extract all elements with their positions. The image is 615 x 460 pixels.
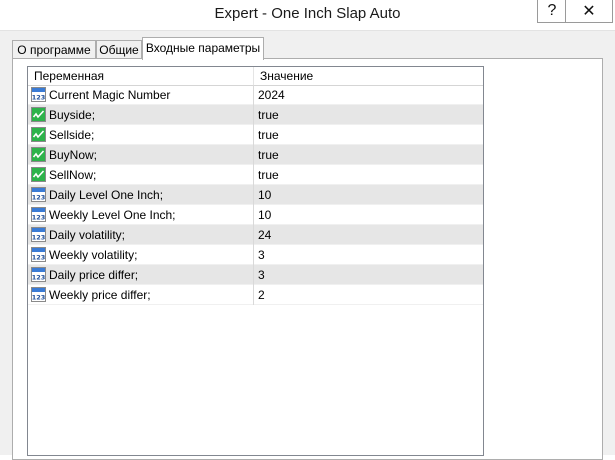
parameter-row[interactable]: 123 Daily Level One Inch; 10 xyxy=(28,185,483,205)
tab-general[interactable]: Общие xyxy=(96,40,142,59)
parameter-value[interactable]: true xyxy=(254,165,483,185)
parameter-value[interactable]: true xyxy=(254,125,483,145)
parameter-name: SellNow; xyxy=(49,168,97,182)
parameter-row[interactable]: 123 Current Magic Number 2024 xyxy=(28,85,483,105)
number-icon: 123 xyxy=(31,247,46,262)
title-bar: Expert - One Inch Slap Auto ? ✕ xyxy=(0,0,615,31)
parameter-name-cell: 123 Daily Level One Inch; xyxy=(28,185,254,205)
tab-panel: Переменная Значение 123 Current Magic Num… xyxy=(12,58,603,460)
parameter-name: Weekly volatility; xyxy=(49,248,138,262)
help-icon: ? xyxy=(547,2,557,19)
parameter-value[interactable]: true xyxy=(254,145,483,165)
tab-input-parameters[interactable]: Входные параметры xyxy=(142,37,264,60)
parameter-name-cell: 123 Daily price differ; xyxy=(28,265,254,285)
svg-text:123: 123 xyxy=(32,254,46,262)
parameter-value[interactable]: 3 xyxy=(254,265,483,285)
parameter-name: Daily price differ; xyxy=(49,268,139,282)
bool-icon xyxy=(31,107,46,122)
parameter-name-cell: Sellside; xyxy=(28,125,254,145)
svg-text:123: 123 xyxy=(32,214,46,222)
parameter-name: Sellside; xyxy=(49,128,95,142)
dialog-client-area: О программе Общие Входные параметры Пере… xyxy=(0,31,615,460)
parameter-name: Weekly Level One Inch; xyxy=(49,208,176,222)
close-button[interactable]: ✕ xyxy=(565,0,613,23)
parameter-row[interactable]: 123 Weekly volatility; 3 xyxy=(28,245,483,265)
parameter-name: Weekly price differ; xyxy=(49,288,151,302)
parameter-row[interactable]: SellNow; true xyxy=(28,165,483,185)
parameters-grid[interactable]: Переменная Значение 123 Current Magic Num… xyxy=(27,66,484,456)
parameter-name-cell: 123 Weekly volatility; xyxy=(28,245,254,265)
close-icon: ✕ xyxy=(582,3,596,20)
tab-about[interactable]: О программе xyxy=(12,40,96,59)
svg-text:123: 123 xyxy=(32,94,46,102)
parameter-value[interactable]: 2024 xyxy=(254,85,483,105)
svg-text:123: 123 xyxy=(32,234,46,242)
parameter-name: Current Magic Number xyxy=(49,88,171,102)
parameter-value[interactable]: 24 xyxy=(254,225,483,245)
parameter-name-cell: 123 Current Magic Number xyxy=(28,85,254,105)
parameter-row[interactable]: 123 Daily volatility; 24 xyxy=(28,225,483,245)
bool-icon xyxy=(31,127,46,142)
number-icon: 123 xyxy=(31,227,46,242)
parameter-name: Daily Level One Inch; xyxy=(49,188,164,202)
parameter-row[interactable]: 123 Weekly price differ; 2 xyxy=(28,285,483,305)
svg-text:123: 123 xyxy=(32,194,46,202)
parameter-name: Daily volatility; xyxy=(49,228,126,242)
window-title: Expert - One Inch Slap Auto xyxy=(214,5,401,22)
parameter-row[interactable]: Sellside; true xyxy=(28,125,483,145)
number-icon: 123 xyxy=(31,87,46,102)
parameter-value[interactable]: 10 xyxy=(254,205,483,225)
bool-icon xyxy=(31,147,46,162)
parameter-row[interactable]: Buyside; true xyxy=(28,105,483,125)
parameter-value[interactable]: 3 xyxy=(254,245,483,265)
number-icon: 123 xyxy=(31,287,46,302)
parameter-name-cell: Buyside; xyxy=(28,105,254,125)
parameter-name-cell: 123 Weekly Level One Inch; xyxy=(28,205,254,225)
parameter-name-cell: BuyNow; xyxy=(28,145,254,165)
number-icon: 123 xyxy=(31,207,46,222)
parameter-name-cell: 123 Weekly price differ; xyxy=(28,285,254,305)
svg-text:123: 123 xyxy=(32,274,46,282)
parameter-row[interactable]: 123 Weekly Level One Inch; 10 xyxy=(28,205,483,225)
grid-header: Переменная Значение xyxy=(28,67,483,86)
column-header-value[interactable]: Значение xyxy=(254,67,483,85)
help-button[interactable]: ? xyxy=(537,0,567,23)
parameter-value[interactable]: 10 xyxy=(254,185,483,205)
parameter-name-cell: 123 Daily volatility; xyxy=(28,225,254,245)
parameter-row[interactable]: 123 Daily price differ; 3 xyxy=(28,265,483,285)
svg-text:123: 123 xyxy=(32,294,46,302)
bool-icon xyxy=(31,167,46,182)
parameter-value[interactable]: true xyxy=(254,105,483,125)
parameter-name: Buyside; xyxy=(49,108,96,122)
parameter-name: BuyNow; xyxy=(49,148,98,162)
number-icon: 123 xyxy=(31,187,46,202)
parameter-name-cell: SellNow; xyxy=(28,165,254,185)
parameter-row[interactable]: BuyNow; true xyxy=(28,145,483,165)
column-header-variable[interactable]: Переменная xyxy=(28,67,254,85)
number-icon: 123 xyxy=(31,267,46,282)
parameter-value[interactable]: 2 xyxy=(254,285,483,305)
grid-rows: 123 Current Magic Number 2024 Buyside; true S… xyxy=(28,85,483,305)
